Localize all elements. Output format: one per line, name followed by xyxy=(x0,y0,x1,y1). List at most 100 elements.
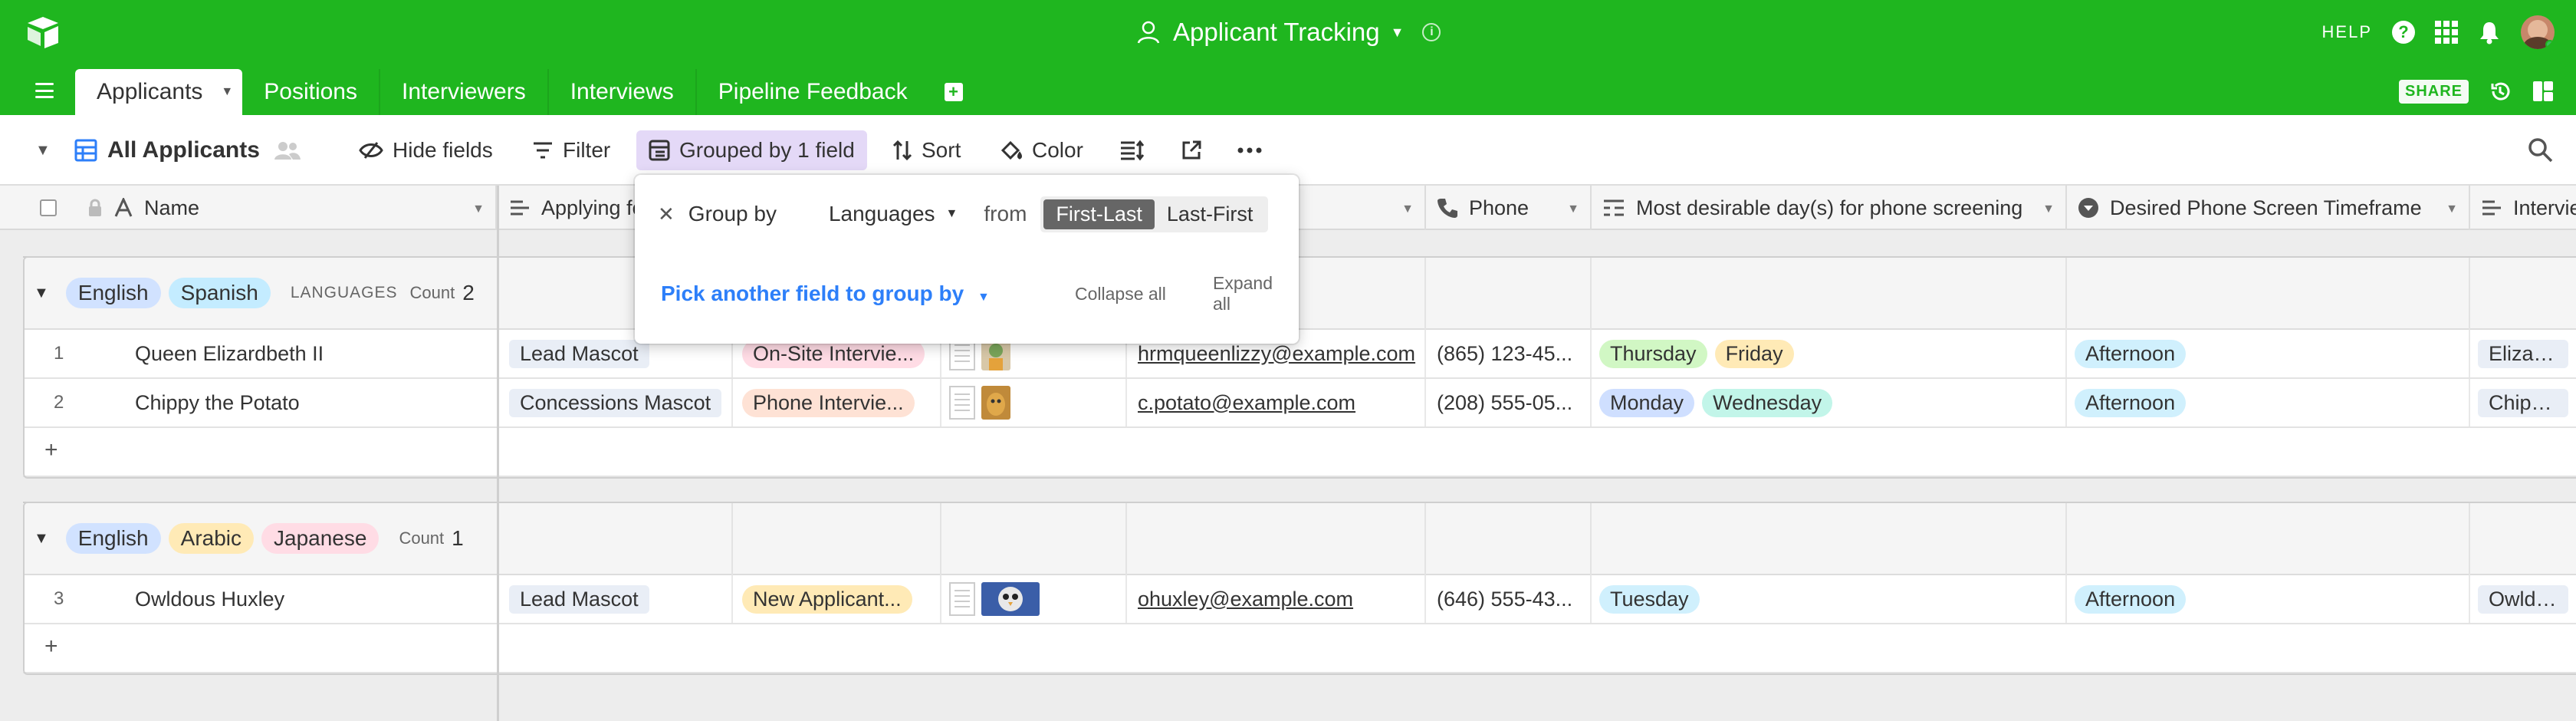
search-icon[interactable] xyxy=(2527,137,2553,163)
tab-applicants[interactable]: Applicants ▼ xyxy=(75,69,243,115)
name-cell[interactable]: Queen Elizardbeth II xyxy=(124,330,498,377)
filter-button[interactable]: Filter xyxy=(532,130,610,170)
table-row[interactable]: 2 Chippy the Potato Concessions Mascot P… xyxy=(23,379,2576,428)
close-icon[interactable]: ✕ xyxy=(658,202,675,226)
timeframe-cell[interactable]: Afternoon xyxy=(2067,575,2470,623)
attachments-cell[interactable] xyxy=(941,575,1127,623)
history-icon[interactable] xyxy=(2489,80,2512,103)
apps-grid-icon[interactable] xyxy=(2435,21,2458,44)
group-field-select[interactable]: Languages ▼ xyxy=(829,202,958,226)
share-button[interactable]: SHARE xyxy=(2398,79,2469,104)
table-row[interactable]: 1 Queen Elizardbeth II Lead Mascot On-Si… xyxy=(23,330,2576,379)
column-header-desirable-days[interactable]: Most desirable day(s) for phone screenin… xyxy=(1592,186,2067,230)
last-first-option[interactable]: Last-First xyxy=(1155,199,1266,229)
days-cell[interactable]: Tuesday xyxy=(1592,575,2067,623)
phone-cell[interactable]: (865) 123-45... xyxy=(1426,330,1592,377)
chevron-down-icon[interactable]: ▼ xyxy=(2042,202,2055,216)
name-cell[interactable]: Owldous Huxley xyxy=(124,575,498,623)
column-line xyxy=(731,502,733,575)
phone-cell[interactable]: (646) 555-43... xyxy=(1426,575,1592,623)
email-link[interactable]: ohuxley@example.com xyxy=(1138,588,1353,611)
phone-cell[interactable]: (208) 555-05... xyxy=(1426,379,1592,426)
email-cell[interactable]: c.potato@example.com xyxy=(1127,379,1426,426)
applying-for-cell[interactable]: Lead Mascot xyxy=(500,575,733,623)
expand-all-button[interactable]: Expand all xyxy=(1213,273,1274,314)
timeframe-cell[interactable]: Afternoon xyxy=(2067,379,2470,426)
chevron-down-icon[interactable]: ▼ xyxy=(1391,25,1405,41)
image-attachment-thumbnail[interactable] xyxy=(981,582,1040,616)
chevron-down-icon[interactable]: ▼ xyxy=(472,202,485,216)
add-record-row[interactable]: + xyxy=(23,428,2576,477)
group-button[interactable]: Grouped by 1 field xyxy=(636,130,867,170)
table-row[interactable]: 3 Owldous Huxley Lead Mascot New Applica… xyxy=(23,575,2576,624)
add-record-plus-icon[interactable]: + xyxy=(44,634,58,660)
column-line xyxy=(2469,502,2470,575)
chevron-down-icon[interactable]: ▼ xyxy=(1401,202,1414,216)
document-attachment-thumbnail[interactable] xyxy=(949,386,975,420)
collapse-all-button[interactable]: Collapse all xyxy=(1075,284,1166,305)
view-name-text: All Applicants xyxy=(107,137,260,163)
interviewer-cell[interactable]: Chippy on xyxy=(2470,379,2576,426)
first-last-option[interactable]: First-Last xyxy=(1043,199,1155,229)
stage-cell[interactable]: Phone Intervie... xyxy=(733,379,941,426)
hide-fields-button[interactable]: Hide fields xyxy=(359,130,493,170)
interviewer-cell[interactable]: Elizardbet xyxy=(2470,330,2576,377)
color-button[interactable]: Color xyxy=(1000,130,1083,170)
add-record-plus-icon[interactable]: + xyxy=(44,437,58,463)
column-header-applying-for[interactable]: Applying fo xyxy=(498,186,635,230)
pick-another-field-button[interactable]: Pick another field to group by ▼ xyxy=(661,281,990,306)
column-label: Most desirable day(s) for phone screenin… xyxy=(1636,196,2023,219)
view-name[interactable]: All Applicants xyxy=(74,130,310,170)
add-record-row[interactable]: + xyxy=(23,624,2576,673)
days-cell[interactable]: Monday Wednesday xyxy=(1592,379,2067,426)
collapse-caret-icon[interactable]: ▼ xyxy=(34,285,49,302)
airtable-logo-icon[interactable] xyxy=(25,15,61,49)
collapse-caret-icon[interactable]: ▼ xyxy=(34,530,49,548)
frozen-column-divider[interactable] xyxy=(497,186,499,721)
days-cell[interactable]: Thursday Friday xyxy=(1592,330,2067,377)
notifications-bell-icon[interactable] xyxy=(2478,20,2501,44)
column-header-interviewer[interactable]: Intervie xyxy=(2470,186,2576,230)
name-cell[interactable]: Chippy the Potato xyxy=(124,379,498,426)
chevron-down-icon[interactable]: ▼ xyxy=(1567,202,1579,216)
chevron-down-icon[interactable]: ▼ xyxy=(221,85,233,99)
column-header-email-end[interactable]: ▼ xyxy=(1299,186,1426,230)
top-right-actions: HELP ? xyxy=(2322,12,2555,52)
image-attachment-thumbnail[interactable] xyxy=(981,386,1010,420)
add-table-button[interactable]: + xyxy=(929,69,978,115)
tab-interviewers[interactable]: Interviewers xyxy=(380,69,549,115)
share-view-button[interactable] xyxy=(1181,130,1211,170)
more-options-button[interactable] xyxy=(1237,130,1271,170)
blocks-icon[interactable] xyxy=(2532,80,2555,103)
column-header-timeframe[interactable]: Desired Phone Screen Timeframe ▼ xyxy=(2067,186,2470,230)
user-avatar[interactable] xyxy=(2521,15,2555,49)
group-header: ▼ English Spanish LANGUAGES Count 2 xyxy=(23,256,2576,330)
linked-record-pill: Owldous o xyxy=(2478,584,2568,614)
row-height-button[interactable] xyxy=(1119,130,1153,170)
email-cell[interactable]: ohuxley@example.com xyxy=(1127,575,1426,623)
help-label[interactable]: HELP xyxy=(2322,22,2372,42)
tab-pipeline-feedback[interactable]: Pipeline Feedback xyxy=(697,69,929,115)
timeframe-cell[interactable]: Afternoon xyxy=(2067,330,2470,377)
info-icon[interactable]: i xyxy=(1422,23,1441,41)
tab-positions[interactable]: Positions xyxy=(242,69,380,115)
applying-for-cell[interactable]: Concessions Mascot xyxy=(500,379,733,426)
column-header-name[interactable]: Name ▼ xyxy=(77,186,497,230)
attachments-cell[interactable] xyxy=(941,379,1127,426)
view-switcher-caret[interactable]: ▼ xyxy=(35,130,51,170)
tab-interviews[interactable]: Interviews xyxy=(549,69,697,115)
hamburger-menu-icon[interactable] xyxy=(35,83,54,98)
interviewer-cell[interactable]: Owldous o xyxy=(2470,575,2576,623)
collaborators-icon[interactable] xyxy=(274,140,301,161)
sort-button[interactable]: Sort xyxy=(892,130,961,170)
select-all-cell[interactable] xyxy=(0,186,77,230)
base-title[interactable]: Applicant Tracking ▼ i xyxy=(1135,15,1441,49)
help-icon[interactable]: ? xyxy=(2392,21,2415,44)
email-link[interactable]: c.potato@example.com xyxy=(1138,391,1355,415)
stage-cell[interactable]: New Applicant... xyxy=(733,575,941,623)
select-all-checkbox[interactable] xyxy=(40,199,57,216)
email-link[interactable]: hrmqueenlizzy@example.com xyxy=(1138,342,1415,366)
document-attachment-thumbnail[interactable] xyxy=(949,582,975,616)
column-header-phone[interactable]: Phone ▼ xyxy=(1426,186,1592,230)
chevron-down-icon[interactable]: ▼ xyxy=(2446,202,2458,216)
